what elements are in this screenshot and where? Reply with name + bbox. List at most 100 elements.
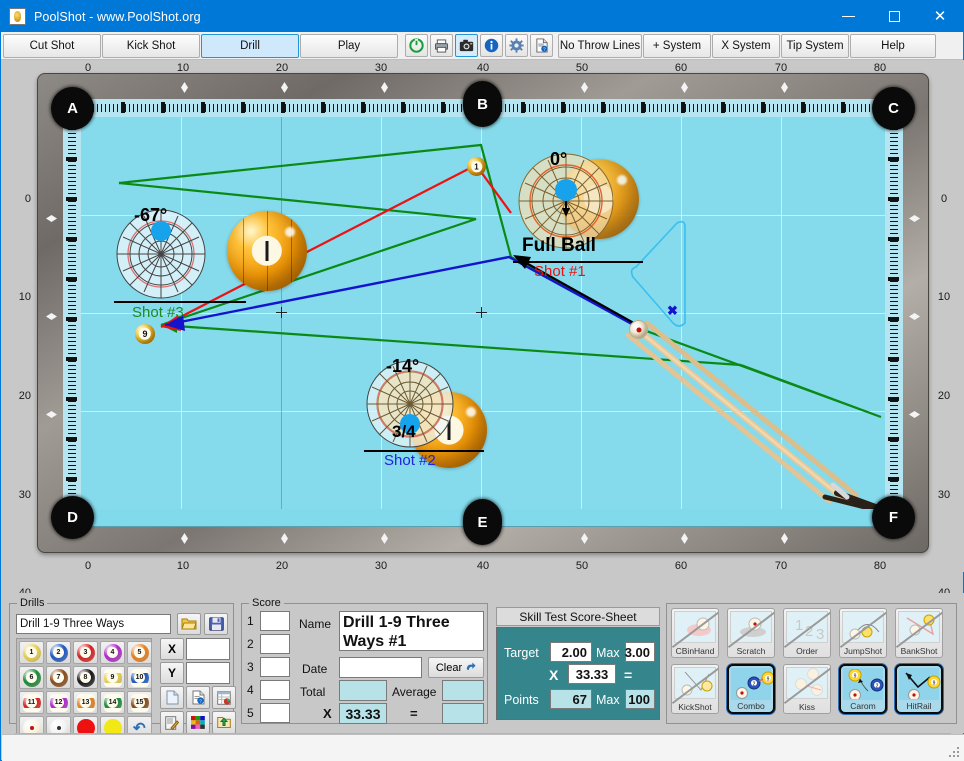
- x-value-input[interactable]: [186, 638, 230, 660]
- score-multiply-value[interactable]: 33.33: [339, 703, 387, 724]
- shot-type-scratch[interactable]: Scratch: [727, 608, 775, 658]
- skill-target-value[interactable]: 2.00: [550, 642, 592, 662]
- save-drill-button[interactable]: [204, 613, 228, 635]
- button-x-system[interactable]: X System: [712, 33, 780, 58]
- pocket-E[interactable]: E: [463, 499, 502, 545]
- drill-ball-3[interactable]: 3: [73, 641, 98, 664]
- pocket-F[interactable]: F: [872, 496, 915, 539]
- print-button[interactable]: [430, 34, 453, 57]
- shot-type-cbinhand[interactable]: CBinHand: [671, 608, 719, 658]
- drill-ball-8[interactable]: 8: [73, 666, 98, 689]
- document-help-button-2[interactable]: ?: [186, 686, 210, 709]
- score-date-input[interactable]: [339, 657, 422, 678]
- shot-type-kiss[interactable]: Kiss: [783, 664, 831, 714]
- tab-kick-shot[interactable]: Kick Shot: [102, 33, 200, 58]
- cut-ball-shot3[interactable]: [227, 211, 307, 291]
- edit-note-button[interactable]: [160, 711, 184, 734]
- ball-glyph: 2: [49, 643, 68, 662]
- info-icon: [484, 38, 499, 53]
- aim-wheel-shot3[interactable]: -67° Shot #3: [114, 205, 246, 321]
- score-row-input-4[interactable]: [260, 680, 290, 700]
- drill-ball-1[interactable]: 1: [19, 641, 44, 664]
- info-button[interactable]: [480, 34, 503, 57]
- shot-type-order[interactable]: 1 2 3 Order: [783, 608, 831, 658]
- camera-button[interactable]: [455, 34, 478, 57]
- shot-type-bankshot[interactable]: BankShot: [895, 608, 943, 658]
- minimize-button[interactable]: [825, 1, 871, 32]
- aim-fraction-shot2: 3/4: [392, 422, 416, 441]
- drill-ball-12[interactable]: 12: [46, 691, 71, 714]
- table-felt[interactable]: ✖ -67° Shot #3 -14° 3/4 Shot #2 0° Full …: [81, 117, 885, 509]
- bottom-panels: Drills Drill 1-9 Three Ways 1 2 3 4 5 6 7 8 9 10 1…: [1, 593, 964, 740]
- drills-group: Drills Drill 1-9 Three Ways 1 2 3 4 5 6 7 8 9 10 1…: [9, 597, 236, 740]
- svg-text:?: ?: [199, 698, 202, 703]
- color-palette-button[interactable]: [186, 711, 210, 734]
- drill-ball-5[interactable]: 5: [127, 641, 152, 664]
- shot-type-jumpshot[interactable]: JumpShot: [839, 608, 887, 658]
- y-label-button[interactable]: Y: [160, 662, 184, 684]
- drill-ball-9[interactable]: 9: [100, 666, 125, 689]
- score-row-input-2[interactable]: [260, 634, 290, 654]
- button-no-throw-lines[interactable]: No Throw Lines: [558, 33, 642, 58]
- power-button[interactable]: [405, 34, 428, 57]
- button-plus-system[interactable]: + System: [643, 33, 711, 58]
- settings-button[interactable]: [505, 34, 528, 57]
- color-palette-icon: [191, 716, 205, 729]
- order-icon: 123: [786, 611, 828, 643]
- maximize-button[interactable]: [871, 1, 917, 32]
- pool-table[interactable]: ✖ -67° Shot #3 -14° 3/4 Shot #2 0° Full …: [37, 73, 964, 683]
- pocket-C[interactable]: C: [872, 87, 915, 130]
- resize-grip[interactable]: [949, 747, 961, 759]
- score-clear-button[interactable]: Clear: [428, 657, 484, 678]
- skill-points-value: 67: [550, 689, 592, 709]
- table-report-button[interactable]: [212, 686, 236, 709]
- pool-table-area: 0 10 20 30 40 50 60 70 80 0 10 20 30 40 …: [1, 60, 964, 683]
- ball-glyph: 3: [76, 643, 95, 662]
- open-drill-button[interactable]: [177, 613, 201, 635]
- aim-wheel-shot2[interactable]: -14° 3/4 Shot #2: [364, 356, 484, 469]
- button-tip-system[interactable]: Tip System: [781, 33, 849, 58]
- shot-type-hitrail[interactable]: 9 HitRail: [895, 664, 943, 714]
- x-label-button[interactable]: X: [160, 638, 184, 660]
- shot-type-kickshot[interactable]: KickShot: [671, 664, 719, 714]
- object-ball-9[interactable]: 9: [135, 324, 155, 344]
- score-row-input-3[interactable]: [260, 657, 290, 677]
- drill-ball-14[interactable]: 14: [100, 691, 125, 714]
- export-folder-button[interactable]: [212, 711, 236, 734]
- pocket-A[interactable]: A: [51, 87, 94, 130]
- shot-type-label: KickShot: [678, 702, 712, 712]
- drill-ball-15[interactable]: 15: [127, 691, 152, 714]
- tab-cut-shot[interactable]: Cut Shot: [3, 33, 101, 58]
- new-page-button[interactable]: [160, 686, 184, 709]
- score-row-input-1[interactable]: [260, 611, 290, 631]
- tab-drill[interactable]: Drill: [201, 33, 299, 58]
- shot-type-carom[interactable]: 9 2 Carom: [839, 664, 887, 714]
- close-button[interactable]: ✕: [917, 1, 963, 32]
- y-value-input[interactable]: [186, 662, 230, 684]
- skill-target-max-value[interactable]: 3.00: [625, 642, 655, 662]
- skill-multiply-value[interactable]: 33.33: [568, 664, 616, 684]
- score-name-input[interactable]: Drill 1-9 Three Ways #1: [339, 611, 484, 651]
- button-help[interactable]: Help: [850, 33, 936, 58]
- shot-type-combo[interactable]: 2 9 Combo: [727, 664, 775, 714]
- object-ball-1[interactable]: 1: [467, 157, 486, 176]
- ruler-right-30: 30: [937, 489, 951, 501]
- drill-ball-11[interactable]: 11: [19, 691, 44, 714]
- document-help-button[interactable]: ?: [530, 34, 553, 57]
- drill-ball-6[interactable]: 6: [19, 666, 44, 689]
- drill-ball-10[interactable]: 10: [127, 666, 152, 689]
- pocket-B[interactable]: B: [463, 81, 502, 127]
- drill-ball-13[interactable]: 13: [73, 691, 98, 714]
- drill-ball-2[interactable]: 2: [46, 641, 71, 664]
- drill-ball-4[interactable]: 4: [100, 641, 125, 664]
- cue-ball[interactable]: [629, 320, 648, 339]
- tab-play[interactable]: Play: [300, 33, 398, 58]
- minimize-icon: [841, 16, 855, 17]
- drill-ball-7[interactable]: 7: [46, 666, 71, 689]
- table-report-icon: [217, 690, 231, 705]
- drill-ball-grid[interactable]: 1 2 3 4 5 6 7 8 9 10 11 12 13 14 15 ↷: [16, 638, 152, 740]
- drill-name-input[interactable]: Drill 1-9 Three Ways: [16, 614, 171, 634]
- aim-wheel-shot1[interactable]: 0° Full Ball Shot #1: [513, 149, 643, 280]
- score-row-input-5[interactable]: [260, 703, 290, 723]
- pocket-D[interactable]: D: [51, 496, 94, 539]
